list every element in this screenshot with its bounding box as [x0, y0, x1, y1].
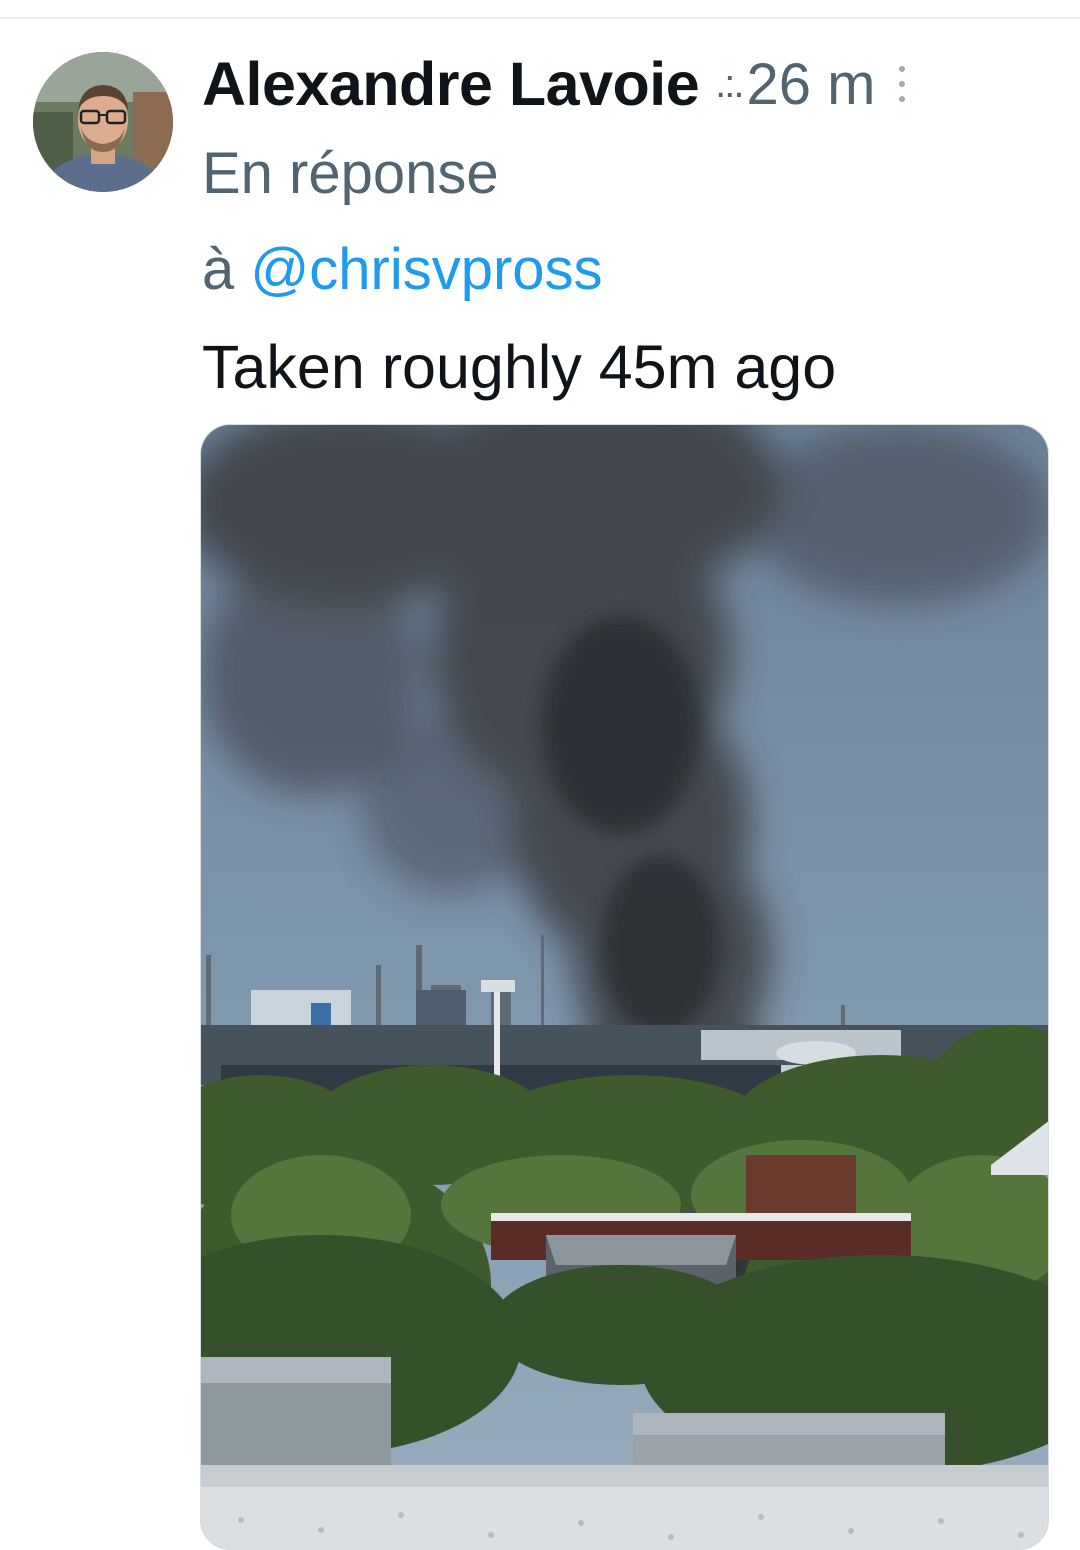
reply-handle-link[interactable]: @chrisvpross: [250, 237, 602, 302]
reply-context-target: à @chrisvpross: [202, 236, 603, 303]
reply-to-word: à: [202, 237, 235, 302]
timestamp[interactable]: 26 m: [747, 51, 876, 118]
tweet-header: Alexandre Lavoie .:. 26 m: [202, 44, 1052, 124]
author-name[interactable]: Alexandre Lavoie: [202, 49, 700, 119]
avatar[interactable]: [33, 52, 173, 192]
tweet-text: Taken roughly 45m ago: [202, 333, 837, 401]
truncation-ellipsis: .:.: [715, 61, 744, 106]
more-vertical-icon[interactable]: [897, 66, 907, 102]
divider: [0, 17, 1080, 19]
reply-context-label: En réponse: [202, 141, 499, 206]
tweet-photo[interactable]: [200, 424, 1049, 1550]
